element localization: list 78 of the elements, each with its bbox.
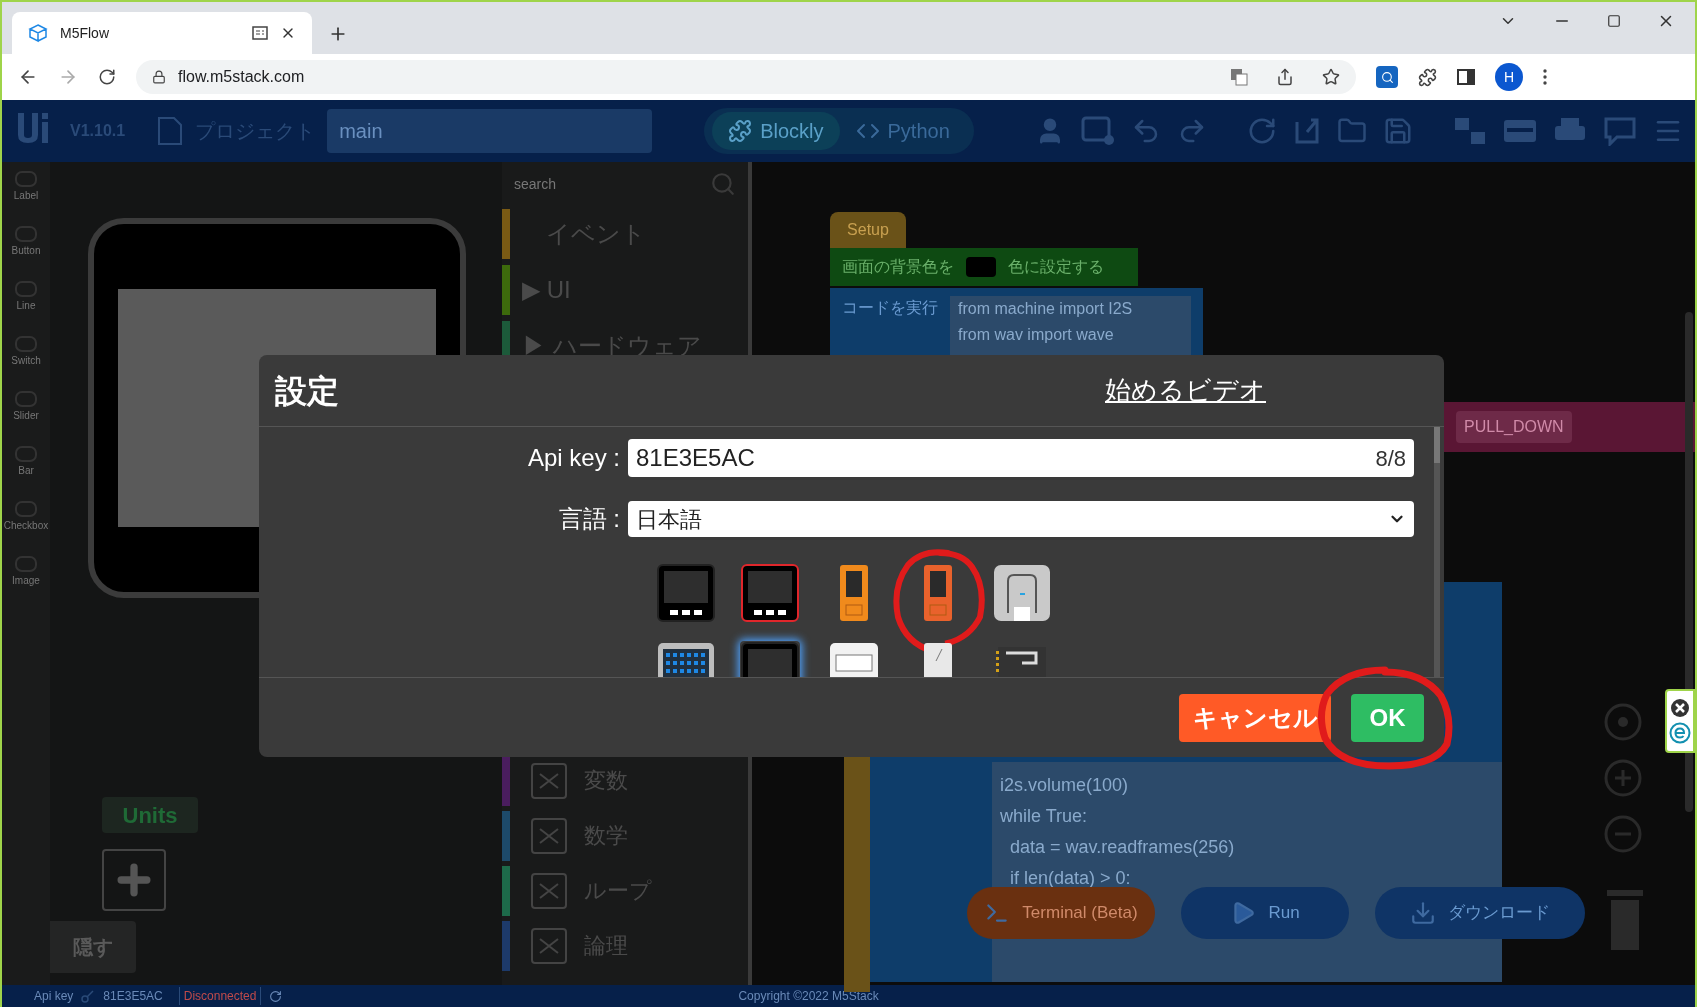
widget-icon [14,170,38,188]
cancel-button[interactable]: キャンセル [1179,693,1331,742]
dialog-title: 設定 [275,371,339,411]
project-name-field[interactable]: main [327,109,653,153]
more-icon[interactable] [1543,68,1547,86]
palette-item[interactable]: Image [12,555,40,588]
reload-icon[interactable] [98,68,116,86]
character-counter: 8/8 [1375,444,1406,473]
category-icon [530,816,568,855]
side-panel-icon[interactable] [1457,69,1475,85]
address-field[interactable]: flow.m5stack.com [136,60,1356,94]
extension-icon[interactable] [1376,66,1398,88]
palette-item[interactable]: Button [11,225,41,258]
workspace-action-button[interactable]: ダウンロード [1375,887,1585,939]
share-icon[interactable] [1276,68,1294,86]
add-unit-button[interactable] [102,849,166,911]
close-icon[interactable] [1670,698,1690,718]
maximize-icon[interactable] [1607,14,1621,28]
widget-icon [14,280,38,298]
exec-code-block[interactable]: コードを実行 from machine import I2S from wav import wave [830,288,1203,358]
bookmark-star-icon[interactable] [1322,68,1340,86]
puzzle-icon [728,119,753,143]
device-option[interactable] [740,563,800,623]
category-icon [530,871,568,910]
background-color-block[interactable]: 画面の背景色を 色に設定する [830,248,1138,286]
pin-mode-block[interactable]: PULL_DOWN [1442,402,1695,452]
refresh-icon[interactable] [269,989,283,1003]
widget-icon [14,445,38,463]
palette-item[interactable]: Label [13,170,39,203]
widget-icon [14,335,38,353]
dialog-scrollbar[interactable] [1434,427,1440,677]
setup-block[interactable]: Setup [830,212,906,248]
editor-mode-tab[interactable]: Blockly [712,112,840,150]
profile-avatar[interactable]: H [1495,63,1523,91]
code-field[interactable]: from machine import I2S from wav import wave [950,296,1191,358]
download-icon [1410,900,1436,926]
key-icon [81,989,96,1003]
workspace-action-button[interactable]: Run [1181,887,1349,939]
device-option[interactable] [656,563,716,623]
category-icon [530,761,568,800]
ok-button[interactable]: OK [1351,693,1424,742]
connection-status: Disconnected [178,987,262,1005]
palette-item[interactable]: Slider [13,390,39,423]
category-icon [530,926,568,965]
palette-item[interactable]: Checkbox [3,500,49,533]
field-label: 言語 : [557,504,621,534]
field-label: Api key : [526,443,621,473]
pin-dropdown[interactable]: PULL_DOWN [1456,411,1572,443]
api-key-field[interactable]: 81E3E5AC 8/8 [628,439,1414,477]
widget-icon [14,225,38,243]
language-select[interactable]: 日本語 [628,501,1414,537]
cube-icon [28,23,48,43]
palette-item[interactable]: Bar [14,445,38,478]
lock-icon [152,70,166,84]
device-option[interactable] [992,563,1052,623]
workspace-action-button[interactable]: Terminal (Beta) [967,887,1155,939]
api-key-label: Api key [34,988,74,1005]
widget-icon [14,555,38,573]
extensions-icon[interactable] [1418,67,1437,87]
editor-mode-tab[interactable]: Python [839,112,966,150]
api-key-value: 81E3E5AC [103,988,163,1005]
color-swatch[interactable] [966,257,996,277]
search-icon [710,171,736,197]
reader-icon[interactable] [252,26,268,40]
block-search-field[interactable]: search [502,162,748,206]
document-icon [157,116,184,146]
device-icon [740,563,800,623]
device-icon [992,563,1052,623]
extension-badge-icon[interactable] [1669,722,1691,744]
tab-title: M5Flow [60,23,110,43]
widget-icon [14,500,38,518]
units-title: Units [102,797,198,833]
palette-item[interactable]: Switch [11,335,41,368]
browser-tab[interactable]: M5Flow [12,12,312,54]
video-link[interactable]: 始めるビデオ [1105,371,1266,410]
device-icon [656,563,716,623]
palette-item[interactable]: Line [14,280,38,313]
widget-icon [14,390,38,408]
